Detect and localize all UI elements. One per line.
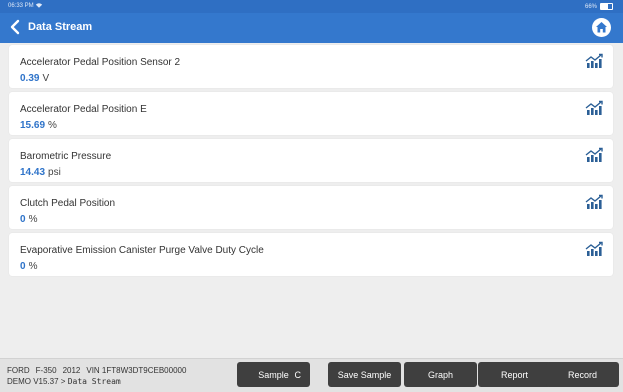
list-item: Accelerator Pedal Position E 15.69%: [9, 92, 613, 135]
wifi-icon: [35, 1, 43, 11]
record-button[interactable]: Record: [546, 362, 619, 387]
sample-button-suffix: C: [294, 370, 302, 380]
item-name: Evaporative Emission Canister Purge Valv…: [20, 245, 264, 256]
graph-label: Graph: [427, 369, 453, 380]
item-unit: %: [28, 214, 38, 225]
sample-button-label: Sample: [258, 369, 289, 380]
item-name: Accelerator Pedal Position Sensor 2: [20, 57, 181, 68]
sample-button[interactable]: Sample C: [237, 362, 310, 387]
battery-status: 66%: [585, 3, 613, 10]
item-value: 15.69: [20, 120, 46, 131]
item-unit: %: [48, 120, 57, 131]
item-reading: 0.39 V: [20, 73, 49, 84]
breadcrumb-current: Data Stream: [67, 377, 121, 386]
status-bar: 06:33 PM 66%: [0, 0, 623, 13]
chart-icon[interactable]: [585, 194, 603, 210]
item-reading: 14.43 psi: [20, 167, 61, 178]
save-sample-label: Save Sample: [337, 369, 392, 380]
list-item: Evaporative Emission Canister Purge Valv…: [9, 233, 613, 276]
software-version: DEMO V15.37 >: [7, 377, 66, 386]
item-value: 0: [20, 261, 26, 272]
battery-level: 66%: [584, 3, 597, 10]
list-item: Clutch Pedal Position 0%: [9, 186, 613, 229]
graph-button[interactable]: Graph: [404, 362, 477, 387]
data-stream-list: Accelerator Pedal Position Sensor 2 0.39…: [9, 45, 613, 280]
breadcrumb: DEMO V15.37 > Data Stream: [7, 376, 186, 387]
item-reading: 0%: [20, 214, 37, 225]
chevron-left-icon[interactable]: [8, 18, 24, 36]
item-name: Barometric Pressure: [20, 151, 112, 162]
chart-icon[interactable]: [585, 53, 603, 69]
item-unit: V: [42, 73, 50, 84]
item-value: 0: [20, 214, 26, 225]
item-value: 0.39: [20, 73, 40, 84]
list-item: Accelerator Pedal Position Sensor 2 0.39…: [9, 45, 613, 88]
item-name: Accelerator Pedal Position E: [20, 104, 147, 115]
app-header: Data Stream: [0, 13, 623, 43]
record-label: Record: [567, 369, 597, 380]
report-button[interactable]: Report: [478, 362, 551, 387]
battery-icon: [600, 3, 613, 10]
vehicle-line: FORD F-350 2012 VIN 1FT8W3DT9CEB00000: [7, 365, 186, 376]
report-label: Report: [500, 369, 528, 380]
save-sample-button[interactable]: Save Sample: [328, 362, 401, 387]
item-reading: 15.69%: [20, 120, 57, 131]
chart-icon[interactable]: [585, 147, 603, 163]
vehicle-info: FORD F-350 2012 VIN 1FT8W3DT9CEB00000 DEMO …: [7, 365, 186, 387]
bottom-toolbar: FORD F-350 2012 VIN 1FT8W3DT9CEB00000 DEMO …: [0, 358, 623, 392]
home-icon[interactable]: [592, 18, 611, 37]
chart-icon[interactable]: [585, 241, 603, 257]
item-reading: 0%: [20, 261, 37, 272]
vehicle-year: 2012: [62, 366, 81, 375]
chart-icon[interactable]: [585, 100, 603, 116]
item-value: 14.43: [20, 167, 46, 178]
vehicle-model: F-350: [35, 366, 57, 375]
item-unit: %: [28, 261, 38, 272]
vehicle-make: FORD: [7, 366, 30, 375]
item-unit: psi: [48, 167, 61, 178]
clock: 06:33 PM: [8, 3, 34, 9]
list-item: Barometric Pressure 14.43 psi: [9, 139, 613, 182]
vehicle-vin: VIN 1FT8W3DT9CEB00000: [86, 366, 187, 375]
item-name: Clutch Pedal Position: [20, 198, 116, 209]
page-title: Data Stream: [28, 21, 93, 33]
